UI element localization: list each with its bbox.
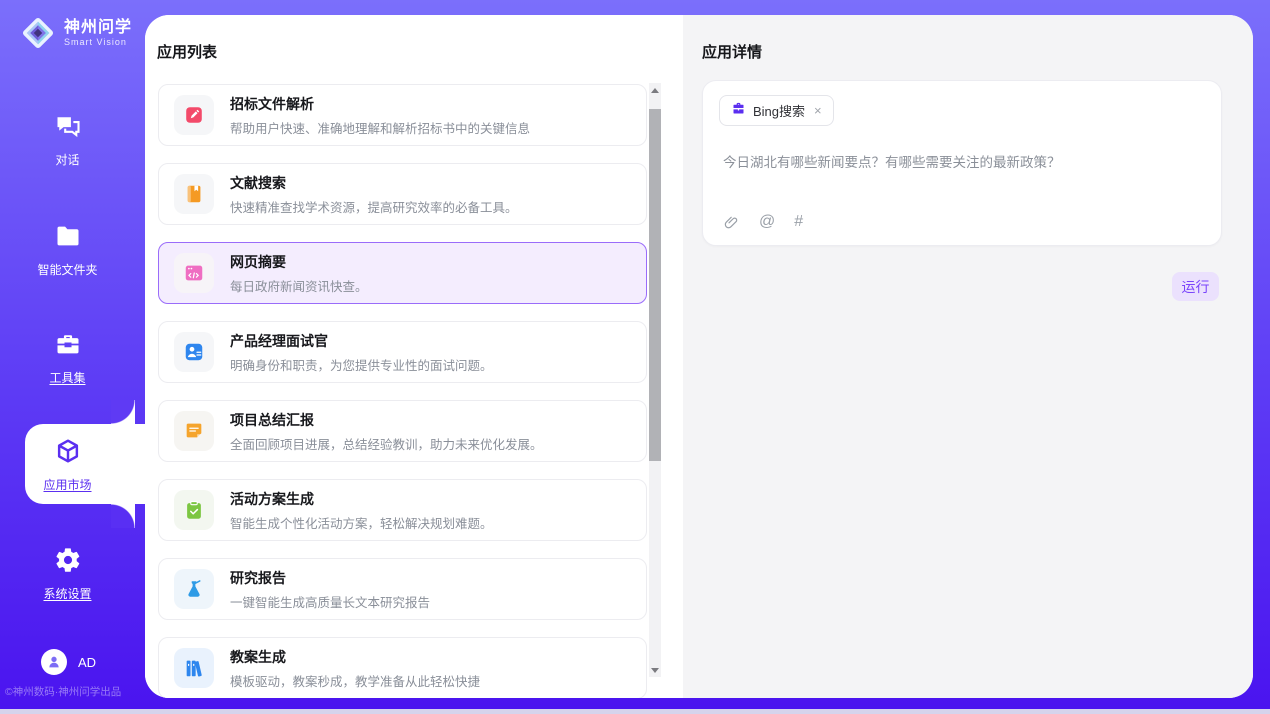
app-card[interactable]: 研究报告一键智能生成高质量长文本研究报告 (158, 558, 647, 620)
user-name: AD (78, 655, 96, 670)
app-list-title: 应用列表 (157, 41, 217, 62)
scroll-down-button[interactable] (649, 663, 661, 677)
hash-icon[interactable]: # (794, 213, 803, 231)
sidebar-item-smart-folders[interactable]: 智能文件夹 (0, 222, 135, 278)
sidebar-item-system-settings[interactable]: 系统设置 (0, 546, 135, 602)
gear-icon (54, 546, 82, 574)
brand-diamond-icon (18, 13, 58, 53)
interviewer-icon (174, 332, 214, 372)
user-row[interactable]: AD (41, 649, 96, 675)
app-card-title: 活动方案生成 (230, 489, 493, 509)
brand-name: 神州问学 (64, 19, 132, 37)
sidebar-item-label: 工具集 (0, 369, 135, 386)
sidebar-item-label: 应用市场 (0, 476, 135, 493)
literature-book-icon (174, 174, 214, 214)
folder-icon (54, 222, 82, 250)
sidebar-item-app-market[interactable]: 应用市场 (0, 437, 135, 493)
app-card-description: 模板驱动，教案秒成，教学准备从此轻松快捷 (230, 671, 480, 690)
app-card-description: 一键智能生成高质量长文本研究报告 (230, 592, 430, 611)
mention-icon[interactable]: @ (759, 213, 775, 231)
briefcase-icon (731, 101, 746, 121)
app-card-title: 项目总结汇报 (230, 410, 543, 430)
app-card[interactable]: 活动方案生成智能生成个性化活动方案，轻松解决规划难题。 (158, 479, 647, 541)
scroll-thumb[interactable] (649, 109, 661, 461)
bottom-strip (0, 709, 1270, 714)
copyright-footer: ©神州数码·神州问学出品 (5, 684, 145, 699)
sidebar-item-chat[interactable]: 对话 (0, 112, 135, 168)
app-card-description: 明确身份和职责，为您提供专业性的面试问题。 (230, 355, 493, 374)
app-list-panel: 应用列表 招标文件解析帮助用户快速、准确地理解和解析招标书中的关键信息文献搜索快… (145, 15, 683, 698)
app-card-title: 招标文件解析 (230, 94, 530, 114)
tender-doc-icon (174, 95, 214, 135)
app-card-description: 全面回顾项目进展，总结经验教训，助力未来优化发展。 (230, 434, 543, 453)
app-card-title: 研究报告 (230, 568, 430, 588)
run-button[interactable]: 运行 (1172, 272, 1219, 301)
cube-icon (54, 437, 82, 465)
summary-note-icon (174, 411, 214, 451)
chat-icon (54, 112, 82, 140)
app-card[interactable]: 网页摘要每日政府新闻资讯快查。 (158, 242, 647, 304)
sidebar-item-label: 系统设置 (0, 585, 135, 602)
sidebar-item-label: 对话 (0, 151, 135, 168)
app-card-title: 网页摘要 (230, 252, 368, 272)
toolbox-icon (54, 330, 82, 358)
input-toolbar: @ # (723, 213, 803, 231)
app-card-description: 每日政府新闻资讯快查。 (230, 276, 368, 295)
tag-close-icon[interactable]: × (814, 103, 822, 118)
app-card[interactable]: 产品经理面试官明确身份和职责，为您提供专业性的面试问题。 (158, 321, 647, 383)
lesson-books-icon (174, 648, 214, 688)
brand-logo: 神州问学 Smart Vision (18, 13, 132, 53)
sidebar-item-toolkit[interactable]: 工具集 (0, 330, 135, 386)
plan-clipboard-icon (174, 490, 214, 530)
app-detail-title: 应用详情 (702, 41, 762, 62)
scroll-up-button[interactable] (649, 83, 661, 97)
app-card[interactable]: 招标文件解析帮助用户快速、准确地理解和解析招标书中的关键信息 (158, 84, 647, 146)
app-card-title: 产品经理面试官 (230, 331, 493, 351)
scrollbar[interactable] (649, 83, 661, 677)
app-card-list: 招标文件解析帮助用户快速、准确地理解和解析招标书中的关键信息文献搜索快速精准查找… (158, 84, 647, 698)
app-window: 神州问学 Smart Vision 对话智能文件夹工具集应用市场系统设置 AD … (0, 0, 1270, 714)
app-card[interactable]: 项目总结汇报全面回顾项目进展，总结经验教训，助力未来优化发展。 (158, 400, 647, 462)
brand-subtitle: Smart Vision (64, 37, 132, 47)
research-report-icon (174, 569, 214, 609)
tool-tag-label: Bing搜索 (753, 101, 805, 120)
content-area: 应用列表 招标文件解析帮助用户快速、准确地理解和解析招标书中的关键信息文献搜索快… (145, 15, 1253, 698)
sidebar: 神州问学 Smart Vision 对话智能文件夹工具集应用市场系统设置 AD … (0, 0, 145, 714)
app-card[interactable]: 教案生成模板驱动，教案秒成，教学准备从此轻松快捷 (158, 637, 647, 698)
app-card-description: 帮助用户快速、准确地理解和解析招标书中的关键信息 (230, 118, 530, 137)
sidebar-item-label: 智能文件夹 (0, 261, 135, 278)
app-card-description: 智能生成个性化活动方案，轻松解决规划难题。 (230, 513, 493, 532)
webpage-icon (174, 253, 214, 293)
app-card-description: 快速精准查找学术资源，提高研究效率的必备工具。 (230, 197, 518, 216)
avatar (41, 649, 67, 675)
tool-tag-chip[interactable]: Bing搜索 × (719, 95, 834, 126)
app-card-title: 文献搜索 (230, 173, 518, 193)
app-detail-panel: 应用详情 Bing搜索 × 今日湖北有哪些新闻要点？有哪些需要关注的最新政策？ … (683, 15, 1253, 698)
app-card[interactable]: 文献搜索快速精准查找学术资源，提高研究效率的必备工具。 (158, 163, 647, 225)
query-input[interactable]: 今日湖北有哪些新闻要点？有哪些需要关注的最新政策？ (723, 151, 1203, 171)
app-card-title: 教案生成 (230, 647, 480, 667)
prompt-card: Bing搜索 × 今日湖北有哪些新闻要点？有哪些需要关注的最新政策？ @ # (702, 80, 1222, 246)
attachment-icon[interactable] (723, 214, 740, 231)
